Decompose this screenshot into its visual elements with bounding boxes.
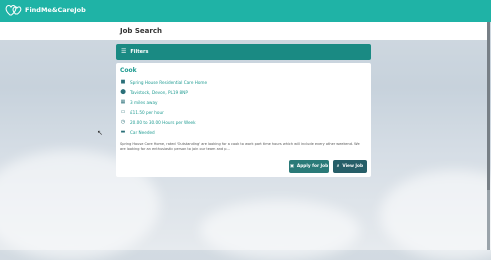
- job-title: Cook: [120, 67, 137, 74]
- top-navbar: FindMe&CareJob: [0, 0, 491, 22]
- location-text: Tavistock, Devon, PL19 8NP: [130, 89, 188, 95]
- page-title: Job Search: [120, 27, 162, 35]
- distance-text: 3 miles away: [130, 99, 158, 105]
- hours-text: 20.00 to 30.00 Hours per Week: [130, 119, 196, 125]
- view-job-button[interactable]: ⌕ View Job: [333, 160, 367, 173]
- distance-row: ▦ 3 miles away: [120, 99, 158, 105]
- page-header: Job Search: [0, 22, 487, 40]
- view-label: View Job: [342, 164, 364, 169]
- pay-row: ▭ £11.50 per hour: [120, 109, 164, 115]
- hours-row: ◷ 20.00 to 30.00 Hours per Week: [120, 119, 196, 125]
- scrollbar-thumb[interactable]: [487, 22, 490, 190]
- employer-row: ■ Spring House Residential Care Home: [120, 79, 207, 85]
- scrollbar[interactable]: [487, 22, 490, 250]
- car-icon: ▬: [120, 129, 126, 135]
- brand-logo[interactable]: FindMe&CareJob: [5, 3, 86, 17]
- pay-text: £11.50 per hour: [130, 109, 164, 115]
- transport-row: ▬ Car Needed: [120, 129, 155, 135]
- search-icon: ⌕: [336, 164, 340, 169]
- location-pin-icon: ⬤: [120, 89, 126, 95]
- mouse-cursor-icon: ↖: [97, 129, 103, 137]
- money-icon: ▭: [120, 109, 126, 115]
- filters-toggle[interactable]: ☰ Filters: [116, 44, 371, 60]
- briefcase-icon: ■: [120, 79, 126, 85]
- brand-name: FindMe&CareJob: [25, 6, 86, 14]
- apply-for-job-button[interactable]: ▣ Apply for Job: [289, 160, 329, 173]
- job-description: Spring House Care Home, rated 'Outstandi…: [120, 142, 360, 151]
- clock-icon: ◷: [120, 119, 126, 125]
- filter-icon: ☰: [121, 48, 127, 55]
- apply-icon: ▣: [289, 164, 294, 169]
- transport-text: Car Needed: [130, 129, 155, 135]
- location-row: ⬤ Tavistock, Devon, PL19 8NP: [120, 89, 188, 95]
- employer-name: Spring House Residential Care Home: [130, 79, 208, 85]
- hearts-icon: [5, 5, 22, 16]
- map-icon: ▦: [120, 99, 126, 105]
- apply-label: Apply for Job: [296, 164, 329, 169]
- filters-label: Filters: [130, 49, 149, 55]
